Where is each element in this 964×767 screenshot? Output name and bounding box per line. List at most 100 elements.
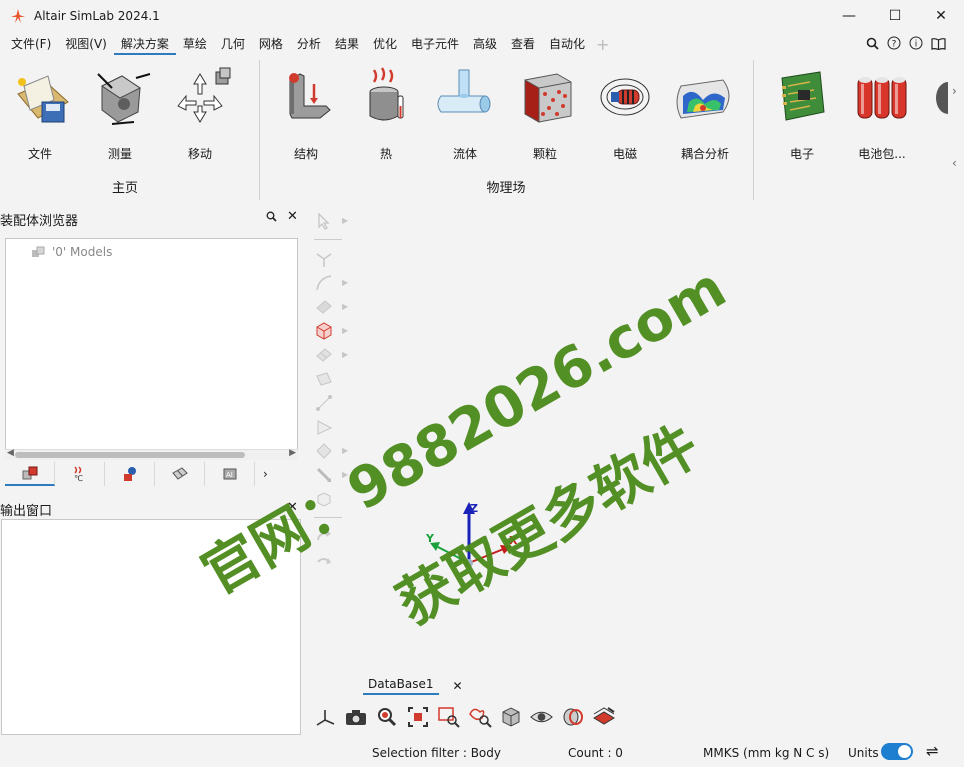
- assembly-tree[interactable]: '0' Models: [5, 238, 298, 460]
- ribbon-separator: [753, 60, 754, 200]
- edge-select-dropdown-icon[interactable]: ▶: [342, 278, 348, 287]
- ribbon-move-button[interactable]: 移动: [160, 66, 240, 166]
- browser-search-icon[interactable]: [266, 211, 277, 225]
- view-cube-icon[interactable]: [498, 705, 523, 730]
- ribbon-scroll-right-icon[interactable]: ›: [952, 84, 962, 98]
- tabs-more-icon[interactable]: ›: [263, 462, 268, 488]
- coupled-icon: [676, 79, 730, 119]
- fit-view-icon[interactable]: [405, 705, 430, 730]
- ribbon-thermal-button[interactable]: 热: [346, 66, 426, 166]
- ribbon-thermal-label: 热: [379, 147, 392, 161]
- menu-view[interactable]: 视图(V): [58, 33, 114, 55]
- face-select-icon[interactable]: [312, 296, 336, 318]
- element-select-icon[interactable]: [312, 344, 336, 366]
- unit-system-status[interactable]: MMKS (mm kg N C s): [703, 746, 829, 760]
- scrollbar-thumb[interactable]: [15, 452, 245, 458]
- menu-optimize[interactable]: 优化: [366, 33, 404, 55]
- status-bar: Selection filter : Body Count : 0 MMKS (…: [0, 740, 964, 767]
- swap-icon[interactable]: ⇌: [926, 742, 939, 760]
- units-toggle[interactable]: [881, 743, 913, 760]
- info-icon[interactable]: i: [908, 34, 924, 52]
- selection-filter-status[interactable]: Selection filter : Body: [372, 746, 501, 760]
- browser-close-icon[interactable]: ✕: [287, 210, 298, 225]
- section-plane-icon[interactable]: [591, 705, 616, 730]
- zoom-icon[interactable]: [374, 705, 399, 730]
- camera-icon[interactable]: [343, 705, 368, 730]
- search-icon[interactable]: [864, 34, 880, 52]
- ribbon-particle-button[interactable]: 颗粒: [505, 66, 585, 166]
- menu-results[interactable]: 结果: [328, 33, 366, 55]
- body-select-icon[interactable]: [312, 320, 336, 342]
- ai-tab[interactable]: AI: [205, 462, 255, 486]
- render-mode-icon[interactable]: [560, 705, 585, 730]
- triangle-select-icon[interactable]: [312, 416, 336, 438]
- view-axes-icon[interactable]: [312, 705, 337, 730]
- ribbon-file-button[interactable]: 文件: [0, 66, 80, 166]
- document-tab[interactable]: DataBase1 ✕: [363, 676, 463, 696]
- ribbon-structure-label: 结构: [293, 147, 318, 161]
- scroll-right-icon[interactable]: ▶: [289, 448, 296, 458]
- path-select-icon[interactable]: [312, 392, 336, 414]
- battery-icon: [857, 77, 907, 119]
- document-tab-close-icon[interactable]: ✕: [453, 679, 463, 693]
- menu-electronics[interactable]: 电子元件: [404, 33, 466, 55]
- ribbon-collapse-icon[interactable]: ‹: [952, 156, 962, 170]
- tree-item-models[interactable]: '0' Models: [30, 245, 112, 259]
- menu-review[interactable]: 查看: [504, 33, 542, 55]
- mesh-tab-icon: [171, 467, 188, 480]
- edge-select-icon[interactable]: [312, 272, 336, 294]
- menu-sketch[interactable]: 草绘: [176, 33, 214, 55]
- horizontal-scrollbar[interactable]: ◀ ▶: [5, 448, 298, 460]
- electromagnetic-icon: [600, 78, 650, 116]
- visibility-eye-icon[interactable]: [529, 705, 554, 730]
- add-menu-icon[interactable]: +: [596, 35, 609, 54]
- book-icon[interactable]: [930, 34, 946, 52]
- surface-select-icon[interactable]: [312, 368, 336, 390]
- menu-advanced[interactable]: 高级: [466, 33, 504, 55]
- document-tab-label[interactable]: DataBase1: [363, 677, 439, 695]
- face-select-dropdown-icon[interactable]: ▶: [342, 302, 348, 311]
- zoom-box-icon[interactable]: [436, 705, 461, 730]
- body-select-dropdown-icon[interactable]: ▶: [342, 326, 348, 335]
- ai-tab-icon: AI: [223, 468, 236, 480]
- view-toolbar: [312, 703, 616, 731]
- menu-automation[interactable]: 自动化: [542, 33, 592, 55]
- menu-analysis[interactable]: 分析: [290, 33, 328, 55]
- ribbon-coupled-label: 耦合分析: [680, 147, 729, 161]
- menu-mesh[interactable]: 网格: [252, 33, 290, 55]
- thermal-tab[interactable]: ℃: [55, 462, 105, 486]
- menu-geometry[interactable]: 几何: [214, 33, 252, 55]
- ribbon-structure-button[interactable]: 结构: [266, 66, 346, 166]
- ribbon-measure-button[interactable]: 测量: [80, 66, 160, 166]
- ribbon-electromagnetic-button[interactable]: 电磁: [585, 66, 665, 166]
- measure-icon: [97, 73, 151, 125]
- element-select-dropdown-icon[interactable]: ▶: [342, 350, 348, 359]
- scroll-left-icon[interactable]: ◀: [7, 448, 14, 458]
- ribbon-battery-button[interactable]: 电池包...: [842, 66, 922, 166]
- assembly-tab[interactable]: [5, 462, 55, 486]
- menu-solutions[interactable]: 解决方案: [113, 33, 176, 55]
- select-arrow-icon[interactable]: [312, 210, 336, 232]
- maximize-button[interactable]: ☐: [872, 0, 918, 32]
- select-arrow-dropdown-icon[interactable]: ▶: [342, 216, 348, 225]
- node-select-icon[interactable]: [312, 248, 336, 270]
- ribbon-fluid-button[interactable]: 流体: [425, 66, 505, 166]
- minimize-button[interactable]: —: [826, 0, 872, 32]
- window-title: Altair SimLab 2024.1: [34, 9, 160, 23]
- ribbon-electromagnetic-label: 电磁: [612, 147, 637, 161]
- models-icon: [32, 246, 45, 257]
- svg-text:i: i: [915, 40, 918, 50]
- help-icon[interactable]: ?: [886, 34, 902, 52]
- zoom-lasso-icon[interactable]: [467, 705, 492, 730]
- menu-file[interactable]: 文件(F): [4, 33, 58, 55]
- ribbon-coupled-button[interactable]: 耦合分析: [665, 66, 745, 166]
- ribbon-electronics-button[interactable]: 电子: [762, 66, 842, 166]
- particle-icon: [524, 73, 572, 123]
- assembly-tab-icon: [22, 466, 37, 480]
- ribbon-file-label: 文件: [27, 147, 52, 161]
- mesh-tab[interactable]: [155, 462, 205, 486]
- partial-ribbon-icon: [936, 82, 948, 114]
- parts-tab[interactable]: [105, 462, 155, 486]
- close-button[interactable]: ✕: [918, 0, 964, 32]
- svg-text:AI: AI: [226, 471, 233, 479]
